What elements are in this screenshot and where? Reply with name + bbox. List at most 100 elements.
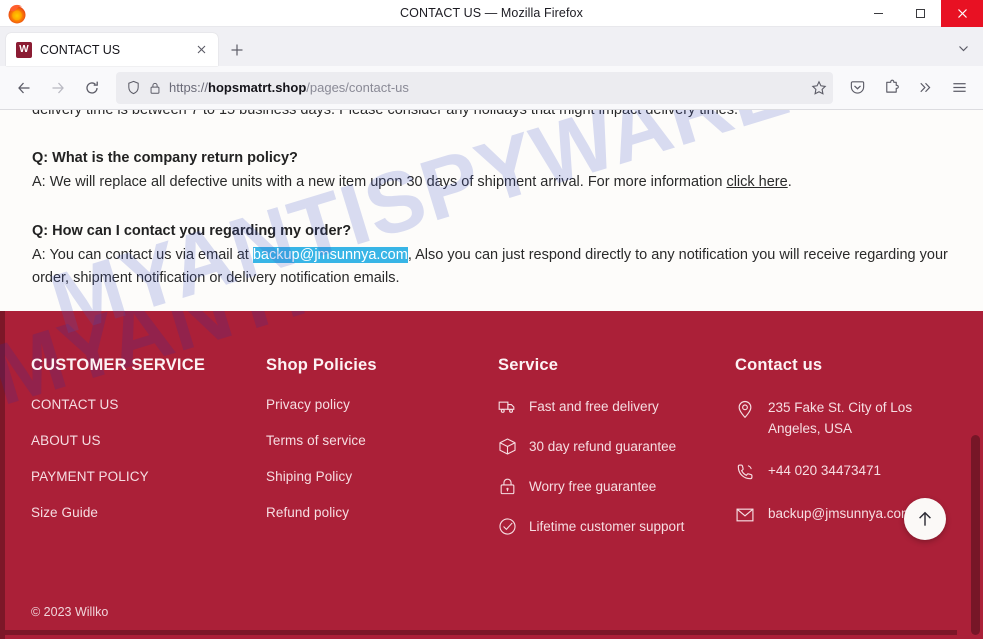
faq-answer-suffix: . bbox=[787, 174, 792, 190]
padlock-icon bbox=[500, 478, 515, 495]
url-path: /pages/contact-us bbox=[306, 80, 409, 95]
check-circle-icon bbox=[499, 518, 516, 535]
window-controls bbox=[857, 0, 983, 27]
url-text[interactable]: https://hopsmatrt.shop/pages/contact-us bbox=[169, 80, 804, 95]
faq-item-contact: Q: How can I contact you regarding my or… bbox=[32, 220, 951, 290]
pocket-icon bbox=[850, 81, 864, 94]
save-to-pocket-button[interactable] bbox=[841, 72, 873, 104]
footer-column-customer-service: CUSTOMER SERVICE CONTACT US ABOUT US PAY… bbox=[31, 356, 266, 557]
reload-button[interactable] bbox=[76, 72, 108, 104]
forward-arrow-icon bbox=[52, 82, 64, 93]
contact-item-phone: +44 020 34473471 bbox=[735, 460, 975, 482]
bookmark-star-icon[interactable] bbox=[811, 80, 827, 96]
firefox-logo bbox=[8, 4, 26, 24]
contact-email-text[interactable]: backup@jmsunnya.com bbox=[768, 503, 912, 525]
reload-icon bbox=[86, 81, 98, 94]
site-footer: MYANTISPYWARE.COM CUSTOMER SERVICE CONTA… bbox=[0, 311, 983, 639]
footer-link-contact-us[interactable]: CONTACT US bbox=[31, 397, 266, 412]
arrow-up-icon bbox=[919, 511, 931, 526]
faq-answer-prefix: A: You can contact us via email at bbox=[32, 247, 253, 263]
minimize-button[interactable] bbox=[857, 0, 899, 27]
contact-address-text: 235 Fake St. City of Los Angeles, USA bbox=[768, 400, 913, 436]
overflow-menu-button[interactable] bbox=[909, 72, 941, 104]
delivery-truck-icon bbox=[498, 401, 515, 413]
footer-heading-contact-us: Contact us bbox=[735, 356, 823, 374]
page-viewport: MYANTISPYWARE.COM delivery time is betwe… bbox=[0, 110, 983, 639]
extension-icon bbox=[885, 79, 899, 93]
close-window-button[interactable] bbox=[941, 0, 983, 27]
footer-column-shop-policies: Shop Policies Privacy policy Terms of se… bbox=[266, 356, 498, 557]
title-bar: CONTACT US — Mozilla Firefox bbox=[0, 0, 983, 27]
minimize-icon bbox=[873, 13, 883, 14]
service-item-label: Fast and free delivery bbox=[529, 399, 659, 414]
footer-link-refund-policy[interactable]: Refund policy bbox=[266, 505, 498, 520]
close-icon bbox=[957, 9, 967, 18]
tab-strip: W CONTACT US bbox=[0, 27, 983, 66]
close-icon bbox=[197, 45, 205, 54]
back-button[interactable] bbox=[8, 72, 40, 104]
window-title: CONTACT US — Mozilla Firefox bbox=[400, 5, 583, 20]
package-box-icon bbox=[499, 438, 516, 455]
extension-button[interactable] bbox=[875, 72, 907, 104]
url-bar[interactable]: https://hopsmatrt.shop/pages/contact-us bbox=[116, 71, 833, 104]
forward-button[interactable] bbox=[42, 72, 74, 104]
contact-phone-text[interactable]: +44 020 34473471 bbox=[768, 460, 881, 482]
faq-answer-prefix: A: We will replace all defective units w… bbox=[32, 174, 727, 190]
hamburger-menu-icon bbox=[952, 83, 966, 92]
scrollbar-thumb[interactable] bbox=[971, 435, 980, 635]
maximize-icon bbox=[915, 9, 925, 18]
service-item-delivery: Fast and free delivery bbox=[498, 397, 735, 416]
close-tab-button[interactable] bbox=[192, 41, 210, 59]
url-host: hopsmatrt.shop bbox=[208, 80, 307, 95]
faq-question: Q: What is the company return policy? bbox=[32, 150, 298, 166]
contact-item-address: 235 Fake St. City of Los Angeles, USA bbox=[735, 397, 975, 439]
service-item-refund: 30 day refund guarantee bbox=[498, 437, 735, 456]
footer-columns: CUSTOMER SERVICE CONTACT US ABOUT US PAY… bbox=[0, 311, 983, 557]
navigation-toolbar: https://hopsmatrt.shop/pages/contact-us bbox=[0, 66, 983, 110]
service-item-label: Lifetime customer support bbox=[529, 519, 685, 534]
tab-favicon-willko: W bbox=[16, 41, 32, 58]
footer-link-shipping-policy[interactable]: Shiping Policy bbox=[266, 469, 498, 484]
list-all-tabs-button[interactable] bbox=[949, 34, 977, 62]
tab-title: CONTACT US bbox=[40, 42, 121, 57]
back-arrow-icon bbox=[18, 82, 30, 93]
chevron-down-icon bbox=[958, 45, 968, 51]
page-scrollbar[interactable] bbox=[967, 110, 983, 639]
copyright-text: © 2023 Willko bbox=[31, 605, 109, 619]
firefox-window: CONTACT US — Mozilla Firefox W CONTACT U… bbox=[0, 0, 983, 639]
faq-answer: A: You can contact us via email at backu… bbox=[32, 244, 951, 290]
application-menu-button[interactable] bbox=[943, 72, 975, 104]
double-chevron-icon bbox=[919, 82, 930, 93]
browser-tab-contact-us[interactable]: W CONTACT US bbox=[6, 33, 218, 66]
maximize-button[interactable] bbox=[899, 0, 941, 27]
plus-icon bbox=[231, 44, 243, 56]
tracking-protection-shield-icon[interactable] bbox=[126, 80, 141, 95]
service-item-label: 30 day refund guarantee bbox=[529, 439, 677, 454]
service-item-worry-free: Worry free guarantee bbox=[498, 477, 735, 496]
footer-link-size-guide[interactable]: Size Guide bbox=[31, 505, 266, 520]
footer-heading-customer-service: CUSTOMER SERVICE bbox=[31, 356, 206, 374]
footer-heading-shop-policies: Shop Policies bbox=[266, 356, 377, 374]
service-item-label: Worry free guarantee bbox=[529, 479, 657, 494]
footer-bottom-edge bbox=[5, 630, 957, 635]
back-to-top-button[interactable] bbox=[904, 498, 946, 540]
footer-link-about-us[interactable]: ABOUT US bbox=[31, 433, 266, 448]
faq-answer: A: We will replace all defective units w… bbox=[32, 171, 951, 194]
footer-link-terms-of-service[interactable]: Terms of service bbox=[266, 433, 498, 448]
padlock-icon[interactable] bbox=[148, 81, 162, 95]
selected-email-text[interactable]: backup@jmsunnya.com bbox=[252, 247, 408, 263]
url-scheme: https:// bbox=[169, 80, 209, 95]
footer-link-payment-policy[interactable]: PAYMENT POLICY bbox=[31, 469, 266, 484]
service-item-support: Lifetime customer support bbox=[498, 517, 735, 536]
faq-content: delivery time is between 7 to 15 busines… bbox=[0, 110, 983, 290]
click-here-link[interactable]: click here bbox=[726, 174, 787, 190]
envelope-icon bbox=[736, 508, 754, 522]
location-pin-icon bbox=[738, 400, 752, 419]
new-tab-button[interactable] bbox=[222, 34, 252, 66]
footer-heading-service: Service bbox=[498, 356, 559, 374]
phone-icon bbox=[737, 464, 753, 480]
faq-question: Q: How can I contact you regarding my or… bbox=[32, 223, 352, 239]
footer-link-privacy-policy[interactable]: Privacy policy bbox=[266, 397, 498, 412]
faq-item-return-policy: Q: What is the company return policy? A:… bbox=[32, 147, 951, 194]
footer-column-service: Service Fast and free delivery 30 day re… bbox=[498, 356, 735, 557]
